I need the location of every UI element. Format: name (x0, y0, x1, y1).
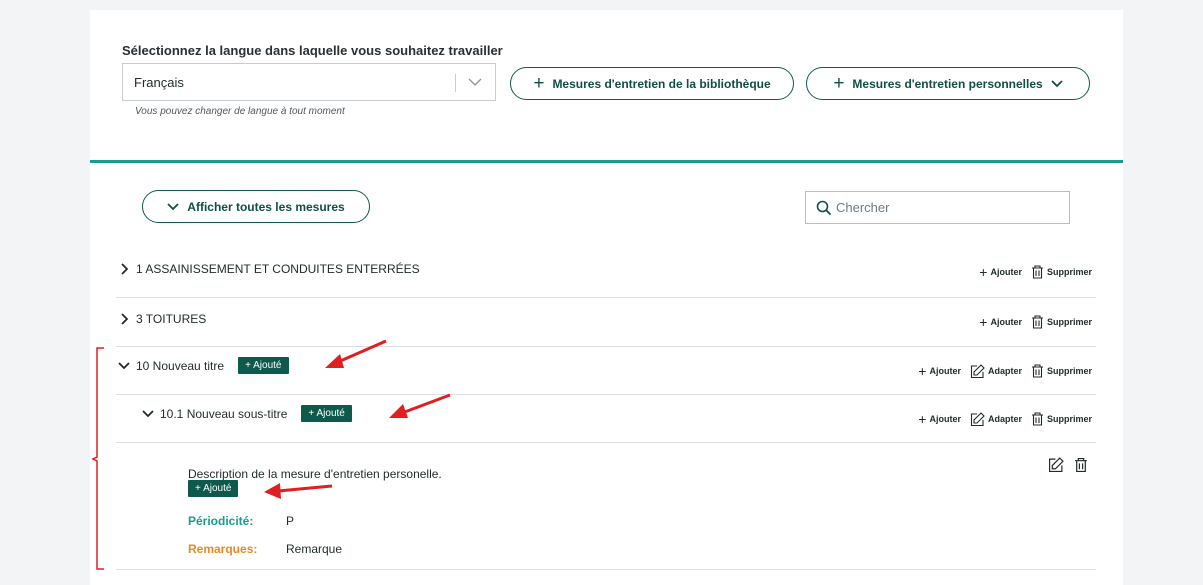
personal-measures-button[interactable]: + Mesures d'entretien personnelles (806, 67, 1090, 100)
search-input[interactable]: Chercher (805, 191, 1070, 224)
delete-button[interactable]: Supprimer (1031, 364, 1092, 378)
added-badge-label: Ajouté (253, 360, 282, 371)
row-title: 10.1 Nouveau sous-titre (160, 406, 288, 421)
adapt-label: Adapter (987, 366, 1022, 376)
add-button[interactable]: + Ajouter (979, 264, 1022, 280)
delete-label: Supprimer (1046, 366, 1092, 376)
chevron-down-icon[interactable] (118, 361, 130, 370)
plus-icon: + (918, 411, 927, 427)
trash-icon (1031, 412, 1043, 426)
delete-button[interactable]: Supprimer (1031, 412, 1092, 426)
edit-icon (970, 411, 985, 426)
edit-icon[interactable] (1048, 457, 1064, 473)
periodicity-field: Périodicité: P (188, 514, 294, 528)
chevron-down-icon[interactable] (142, 409, 154, 418)
search-placeholder: Chercher (836, 200, 890, 215)
add-label: Ajouter (990, 317, 1022, 327)
remarks-label: Remarques: (188, 542, 258, 556)
chevron-right-icon[interactable] (120, 313, 130, 325)
show-all-label: Afficher toutes les mesures (187, 199, 345, 214)
remarks-value: Remarque (286, 542, 343, 556)
row-title: 3 TOITURES (136, 312, 207, 326)
chevron-down-icon (468, 78, 482, 86)
add-label: Ajouter (929, 366, 961, 376)
adapt-button[interactable]: Adapter (970, 363, 1022, 379)
plus-icon: + (833, 73, 845, 94)
library-measures-button[interactable]: + Mesures d'entretien de la bibliothèque (510, 67, 794, 100)
plus-icon: + (979, 314, 988, 330)
added-badge: + Ajouté (238, 357, 289, 374)
add-button[interactable]: + Ajouter (918, 363, 961, 379)
measure-row[interactable]: 10 Nouveau titre + Ajouté + Ajouter Adapt… (116, 347, 1096, 395)
remarks-field: Remarques: Remarque (188, 542, 342, 556)
delete-label: Supprimer (1046, 267, 1092, 277)
plus-icon: + (533, 73, 545, 94)
row-title: 1 ASSAINISSEMENT ET CONDUITES ENTERRÉES (136, 262, 420, 276)
delete-button[interactable]: Supprimer (1031, 315, 1092, 329)
chevron-right-icon[interactable] (120, 263, 130, 275)
trash-icon[interactable] (1074, 457, 1088, 473)
added-badge: + Ajouté (301, 405, 352, 422)
measure-row[interactable]: 3 TOITURES + Ajouter Supprimer (116, 298, 1096, 347)
language-select-value: Français (134, 75, 184, 90)
annotation-arrow (389, 393, 451, 418)
plus-icon: + (979, 264, 988, 280)
library-measures-label: Mesures d'entretien de la bibliothèque (552, 76, 771, 91)
add-button[interactable]: + Ajouter (918, 411, 961, 427)
annotation-arrow (264, 483, 333, 499)
chevron-down-icon (167, 202, 179, 210)
plus-icon: + (918, 363, 927, 379)
search-icon (816, 200, 832, 216)
show-all-measures-button[interactable]: Afficher toutes les mesures (142, 190, 370, 223)
add-button[interactable]: + Ajouter (979, 314, 1022, 330)
adapt-label: Adapter (987, 414, 1022, 424)
added-badge-label: Ajouté (316, 408, 345, 419)
language-panel: Sélectionnez la langue dans laquelle vou… (90, 10, 1123, 163)
chevron-down-icon (1051, 79, 1063, 87)
annotation-arrow (325, 339, 387, 368)
delete-label: Supprimer (1046, 414, 1092, 424)
delete-button[interactable]: Supprimer (1031, 265, 1092, 279)
language-hint: Vous pouvez changer de langue à tout mom… (135, 106, 345, 117)
select-separator (455, 74, 456, 92)
edit-icon (970, 363, 985, 378)
plus-icon: + (195, 483, 204, 494)
measure-row[interactable]: 1 ASSAINISSEMENT ET CONDUITES ENTERRÉES … (116, 248, 1096, 298)
plus-icon: + (245, 360, 254, 371)
add-label: Ajouter (929, 414, 961, 424)
main-card: Sélectionnez la langue dans laquelle vou… (90, 10, 1123, 585)
trash-icon (1031, 315, 1043, 329)
personal-measures-label: Mesures d'entretien personnelles (852, 76, 1043, 91)
added-badge-label: Ajouté (203, 483, 232, 494)
add-label: Ajouter (990, 267, 1022, 277)
trash-icon (1031, 265, 1043, 279)
periodicity-label: Périodicité: (188, 514, 254, 528)
measure-row[interactable]: 10.1 Nouveau sous-titre + Ajouté + Ajoute… (116, 395, 1096, 443)
measure-description: Description de la mesure d'entretien per… (188, 467, 442, 481)
added-badge: + Ajouté (188, 480, 239, 497)
periodicity-value: P (286, 514, 295, 528)
language-label: Sélectionnez la langue dans laquelle vou… (122, 43, 503, 58)
adapt-button[interactable]: Adapter (970, 411, 1022, 427)
row-title: 10 Nouveau titre (136, 358, 225, 373)
annotation-bracket (92, 347, 104, 570)
trash-icon (1031, 364, 1043, 378)
delete-label: Supprimer (1046, 317, 1092, 327)
language-select[interactable]: Français (122, 63, 496, 101)
